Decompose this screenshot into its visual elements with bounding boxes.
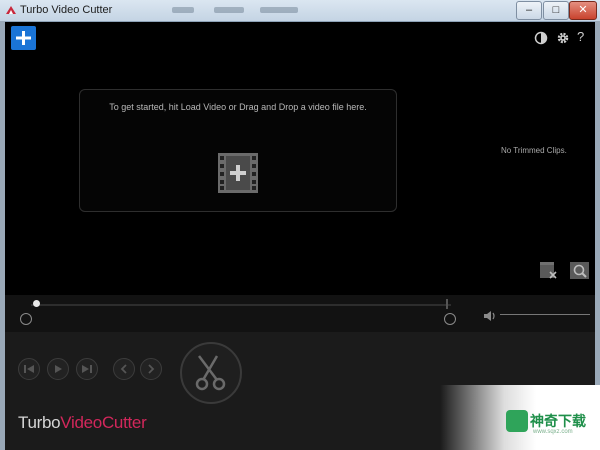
timeline-end-marker [446, 299, 448, 309]
volume-slider[interactable] [500, 314, 590, 315]
blurred-region [260, 7, 298, 13]
drop-zone-hint: To get started, hit Load Video or Drag a… [109, 102, 367, 112]
maximize-button[interactable]: □ [543, 1, 569, 20]
play-button[interactable] [47, 358, 69, 380]
no-trimmed-clips-label: No Trimmed Clips. [501, 146, 567, 155]
timeline-track[interactable] [31, 304, 451, 306]
playhead-handle[interactable] [33, 300, 40, 307]
window-title: Turbo Video Cutter [20, 4, 113, 16]
gear-icon[interactable] [556, 31, 570, 45]
app-logo: TurboVideoCutter [18, 413, 147, 433]
blurred-region [214, 7, 244, 13]
chevron-right-icon [148, 364, 155, 374]
minimize-button[interactable]: – [516, 1, 542, 20]
close-button[interactable]: ✕ [569, 1, 597, 20]
blurred-region [172, 7, 194, 13]
app-window: Turbo Video Cutter – □ ✕ ? To get starte… [0, 0, 600, 450]
drop-zone[interactable]: To get started, hit Load Video or Drag a… [79, 89, 397, 212]
plus-icon [16, 31, 31, 45]
app-icon [6, 6, 16, 14]
scissors-icon [195, 355, 226, 391]
contrast-icon[interactable] [534, 31, 548, 45]
skip-forward-icon [82, 365, 92, 373]
load-video-button[interactable] [11, 26, 36, 50]
logo-text-videocutter: VideoCutter [60, 413, 147, 432]
play-icon [55, 365, 62, 373]
watermark-text: 神奇下载 [530, 413, 586, 429]
previous-frame-button[interactable] [18, 358, 40, 380]
film-add-icon[interactable] [218, 153, 258, 193]
skip-back-icon [24, 365, 34, 373]
delete-clip-icon[interactable] [539, 261, 558, 280]
title-bar: Turbo Video Cutter – □ ✕ [0, 0, 600, 22]
step-forward-button[interactable] [140, 358, 162, 380]
logo-text-turbo: Turbo [18, 413, 61, 432]
trim-start-handle[interactable] [20, 313, 32, 325]
watermark-logo-icon [506, 410, 528, 432]
watermark: 神奇下载 www.sqxz.com [440, 385, 600, 450]
watermark-url: www.sqxz.com [533, 429, 573, 435]
timeline-area [5, 295, 595, 332]
trim-end-handle[interactable] [444, 313, 456, 325]
chevron-left-icon [120, 364, 127, 374]
step-back-button[interactable] [113, 358, 135, 380]
preview-clip-icon[interactable] [569, 261, 590, 280]
help-button[interactable]: ? [577, 29, 591, 44]
volume-icon[interactable] [483, 310, 497, 322]
cut-button[interactable] [180, 342, 242, 404]
next-frame-button[interactable] [76, 358, 98, 380]
